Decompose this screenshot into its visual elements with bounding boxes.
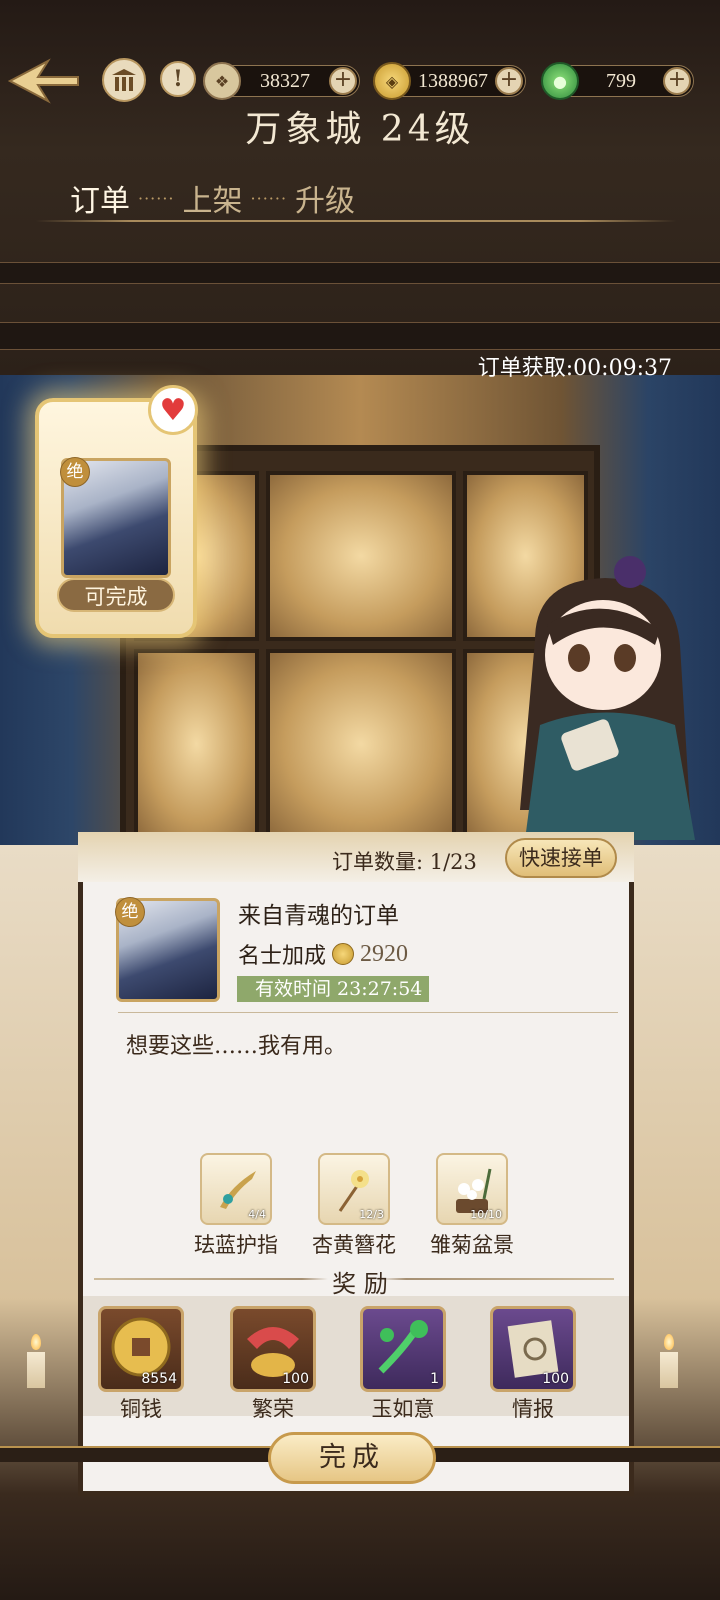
tab-upgrade[interactable]: 升级 bbox=[295, 176, 355, 220]
reward-name: 铜钱 bbox=[120, 1397, 162, 1421]
resource-value: 799 bbox=[606, 69, 636, 92]
tab-separator: ······ bbox=[250, 188, 288, 208]
quick-accept-button[interactable]: 快速接单 bbox=[505, 838, 617, 878]
order-description: 想要这些……我有用。 bbox=[126, 1034, 347, 1059]
tab-listing[interactable]: 上架 bbox=[183, 176, 243, 220]
divider bbox=[118, 1012, 618, 1013]
resource-coin: ◈ 1388967 + bbox=[373, 62, 526, 100]
order-status-label: 可完成 bbox=[57, 578, 175, 612]
city-building-icon[interactable] bbox=[102, 58, 146, 102]
plus-icon: + bbox=[499, 67, 519, 92]
reward-count: 1 bbox=[430, 1371, 439, 1387]
reward-item[interactable]: 100 bbox=[230, 1306, 316, 1392]
cabinet-pane bbox=[134, 649, 259, 839]
page-title: 万象城 24级 bbox=[245, 109, 475, 150]
candle-icon bbox=[660, 1352, 678, 1388]
resource-scroll: ❖ 38327 + bbox=[203, 62, 360, 100]
item-name: 雏菊盆景 bbox=[430, 1233, 514, 1257]
tab-underline bbox=[36, 220, 676, 222]
flame-icon bbox=[664, 1334, 674, 1350]
heart-icon: ♥ bbox=[148, 385, 198, 435]
rarity-badge: 绝 bbox=[60, 457, 90, 487]
reward-count: 100 bbox=[282, 1371, 309, 1387]
add-jade-button[interactable]: + bbox=[663, 67, 691, 95]
item-count: 10/10 bbox=[470, 1208, 502, 1221]
order-timer: 订单获取:00:09:37 bbox=[477, 356, 672, 381]
resource-jade: ● 799 + bbox=[541, 62, 694, 100]
add-coin-button[interactable]: + bbox=[495, 67, 523, 95]
wooden-beam bbox=[0, 262, 720, 284]
bonus-value: 2920 bbox=[360, 940, 409, 967]
reward-name: 情报 bbox=[512, 1397, 554, 1421]
required-item[interactable]: 12/3 bbox=[318, 1153, 390, 1225]
item-name: 珐蓝护指 bbox=[194, 1233, 278, 1257]
info-icon[interactable]: ! bbox=[160, 61, 196, 97]
order-count: 订单数量: 1/23 bbox=[332, 850, 477, 874]
cabinet-pane bbox=[266, 649, 456, 839]
jade-icon: ● bbox=[541, 62, 579, 100]
order-bonus: 名士加成 2920 bbox=[238, 938, 408, 970]
plus-icon: + bbox=[667, 67, 687, 92]
candle-icon bbox=[27, 1352, 45, 1388]
coin-icon bbox=[332, 943, 355, 965]
resource-value: 38327 bbox=[260, 69, 310, 92]
wooden-beam bbox=[0, 322, 720, 350]
required-item[interactable]: 4/4 bbox=[200, 1153, 272, 1225]
item-count: 4/4 bbox=[248, 1208, 266, 1221]
customer-portrait: 绝 bbox=[60, 457, 171, 578]
reward-title: 奖 励 bbox=[332, 1270, 388, 1298]
info-glyph: ! bbox=[173, 66, 183, 92]
tab-orders[interactable]: 订单 bbox=[70, 176, 130, 220]
resource-value: 1388967 bbox=[418, 69, 488, 92]
reward-item[interactable]: 8554 bbox=[98, 1306, 184, 1392]
tab-separator: ······ bbox=[138, 188, 175, 208]
scroll-icon: ❖ bbox=[203, 62, 241, 100]
complete-button[interactable]: 完成 bbox=[268, 1432, 436, 1484]
shopkeeper-character bbox=[520, 556, 695, 840]
reward-count: 100 bbox=[542, 1371, 569, 1387]
plus-icon: + bbox=[333, 67, 353, 92]
item-name: 杏黄簪花 bbox=[312, 1233, 396, 1257]
bonus-label: 名士加成 bbox=[238, 944, 327, 969]
reward-item[interactable]: 100 bbox=[490, 1306, 576, 1392]
order-customer-portrait: 绝 bbox=[115, 897, 220, 1002]
item-count: 12/3 bbox=[359, 1208, 384, 1221]
coin-icon: ◈ bbox=[373, 62, 411, 100]
add-scroll-button[interactable]: + bbox=[329, 67, 357, 95]
reward-count: 8554 bbox=[141, 1371, 177, 1387]
order-title: 来自青魂的订单 bbox=[238, 903, 399, 929]
tab-bar: 订单 ······ 上架 ······ 升级 bbox=[70, 176, 355, 220]
valid-time-badge: 有效时间 23:27:54 bbox=[237, 976, 429, 1002]
reward-item[interactable]: 1 bbox=[360, 1306, 446, 1392]
rarity-badge: 绝 bbox=[115, 897, 145, 927]
cabinet-pane bbox=[266, 471, 456, 641]
reward-name: 玉如意 bbox=[371, 1397, 435, 1421]
reward-name: 繁荣 bbox=[252, 1397, 294, 1421]
required-item[interactable]: 10/10 bbox=[436, 1153, 508, 1225]
flame-icon bbox=[31, 1334, 41, 1350]
